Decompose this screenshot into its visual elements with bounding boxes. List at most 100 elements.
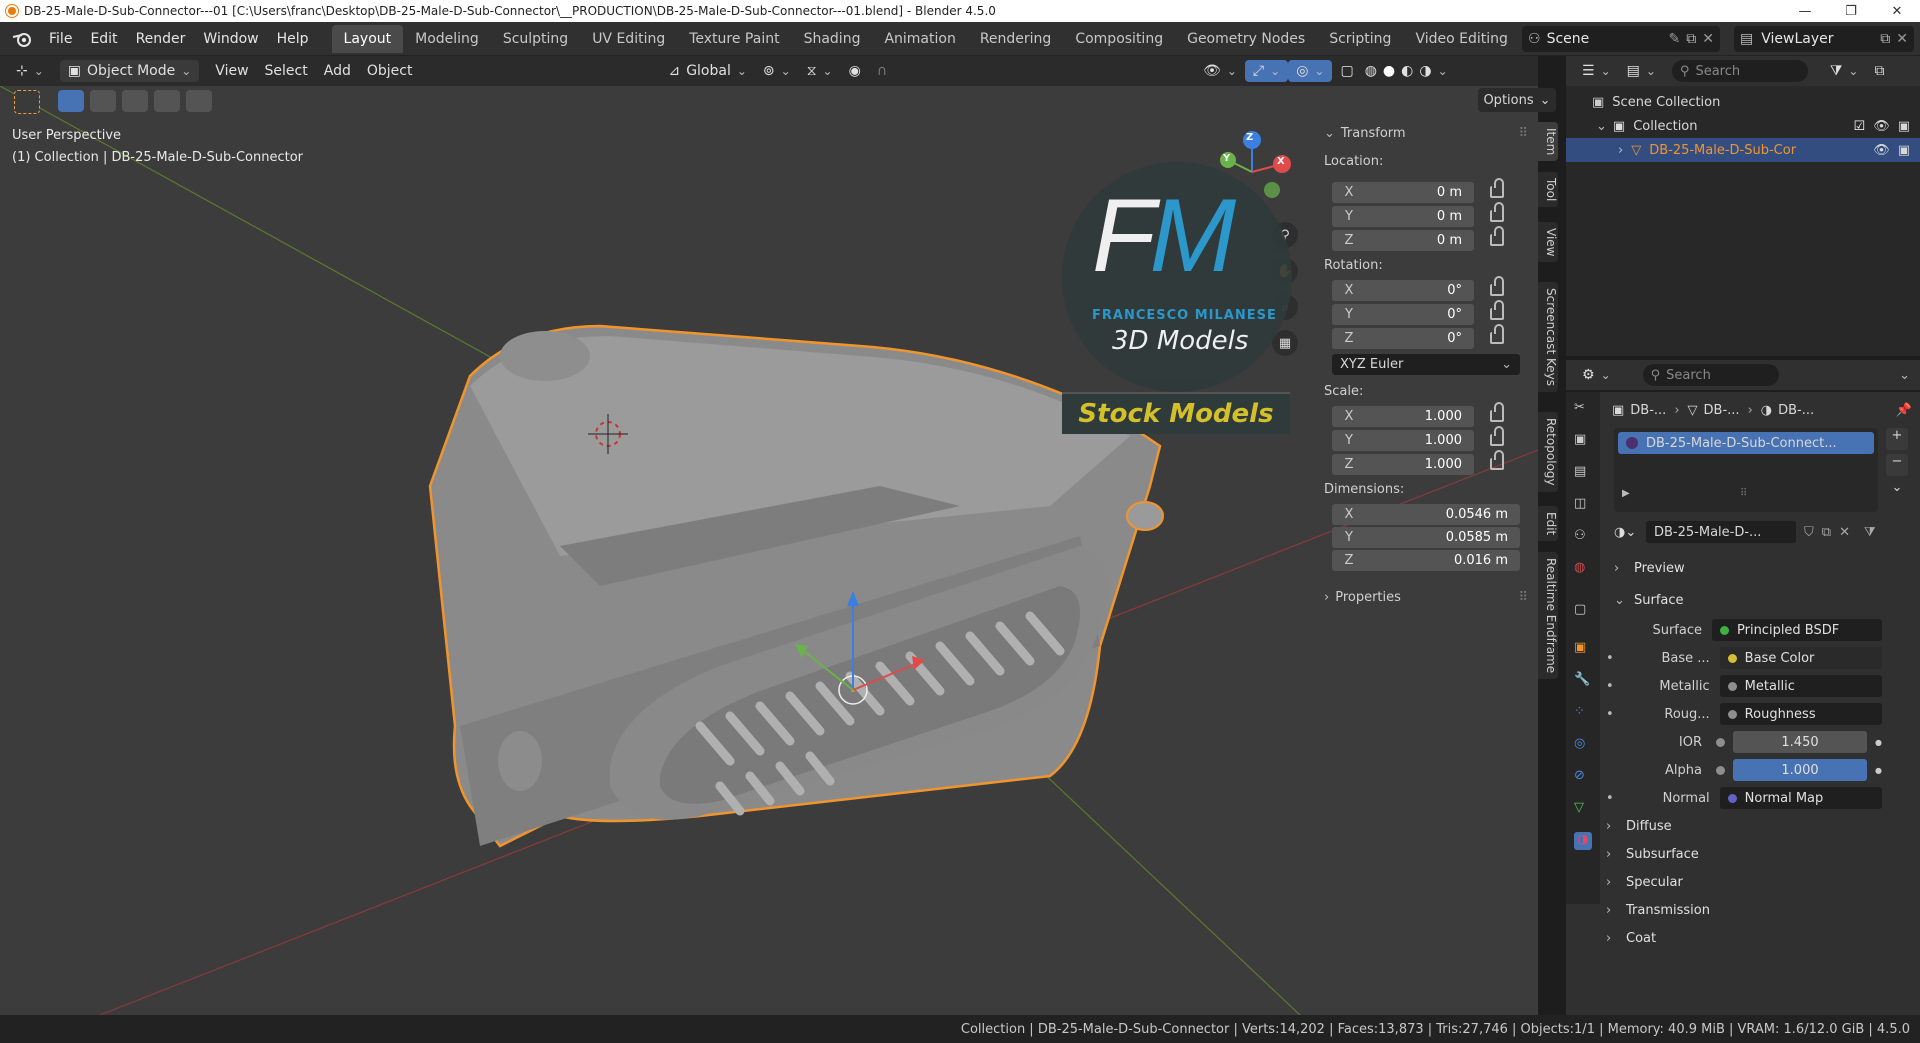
material-browse-icon[interactable]: ◑⌄ bbox=[1614, 525, 1642, 540]
expand-icon[interactable]: › bbox=[1618, 143, 1623, 158]
xray-toggle[interactable]: ▢ bbox=[1332, 60, 1361, 82]
material-name-field[interactable]: DB-25-Male-D-... bbox=[1646, 521, 1796, 543]
location-z-field[interactable]: Z 0 m bbox=[1332, 230, 1474, 251]
outliner-search-input[interactable]: ⚲ Search bbox=[1671, 60, 1808, 82]
tab-sculpting[interactable]: Sculpting bbox=[491, 25, 580, 53]
material-shading-button[interactable]: ◐ bbox=[1398, 60, 1416, 82]
rotation-y-field[interactable]: Y 0° bbox=[1332, 304, 1474, 325]
visibility-button[interactable]: 👁 bbox=[1195, 60, 1245, 82]
render-tab-icon[interactable]: ▣ bbox=[1574, 432, 1592, 450]
tab-rendering[interactable]: Rendering bbox=[968, 25, 1064, 53]
scale-z-field[interactable]: Z 1.000 bbox=[1332, 454, 1474, 475]
dimensions-x-field[interactable]: X 0.0546 m bbox=[1332, 504, 1520, 525]
menu-edit[interactable]: Edit bbox=[81, 31, 126, 47]
lock-icon[interactable] bbox=[1490, 226, 1504, 246]
properties-header[interactable]: › Properties ⠿ bbox=[1324, 586, 1528, 608]
material-slot-item[interactable]: DB-25-Male-D-Sub-Connect... bbox=[1618, 432, 1874, 454]
material-tab-icon[interactable]: ◑ bbox=[1574, 832, 1592, 850]
lock-icon[interactable] bbox=[1490, 178, 1504, 198]
3d-viewport[interactable]: User Perspective (1) Collection | DB-25-… bbox=[0, 86, 1538, 1015]
tab-retopology[interactable]: Retopology bbox=[1538, 412, 1558, 492]
scene-tab-icon[interactable]: ⚇ bbox=[1574, 528, 1592, 546]
normal-field[interactable]: Normal Map bbox=[1719, 787, 1882, 809]
remove-slot-button[interactable]: − bbox=[1886, 454, 1908, 476]
coat-section[interactable]: › Coat bbox=[1606, 926, 1902, 950]
remove-viewlayer-icon[interactable]: ✕ bbox=[1896, 31, 1908, 47]
new-collection-icon[interactable]: ⧉ bbox=[1866, 60, 1892, 82]
menu-select[interactable]: Select bbox=[257, 60, 316, 82]
minimize-button[interactable]: — bbox=[1782, 4, 1828, 19]
select-subtract-button[interactable] bbox=[122, 90, 148, 112]
physics-tab-icon[interactable]: ◎ bbox=[1574, 736, 1592, 754]
dimensions-z-field[interactable]: Z 0.016 m bbox=[1332, 550, 1520, 571]
particles-tab-icon[interactable]: ⁘ bbox=[1574, 704, 1592, 722]
base-color-field[interactable]: Base Color bbox=[1719, 647, 1882, 669]
scene-selector[interactable]: ⚇ Scene ✎ ⧉ ✕ bbox=[1522, 26, 1720, 52]
slot-specials-button[interactable]: ⌄ bbox=[1886, 480, 1908, 502]
expand-icon[interactable]: ⌄ bbox=[1596, 119, 1607, 134]
location-y-field[interactable]: Y 0 m bbox=[1332, 206, 1474, 227]
object-tab-icon[interactable]: ▣ bbox=[1574, 640, 1592, 658]
camera-icon[interactable]: ▣ bbox=[1898, 119, 1910, 134]
blender-menu-icon[interactable] bbox=[8, 31, 36, 47]
collection-tab-icon[interactable]: ▢ bbox=[1574, 602, 1592, 620]
wireframe-shading-button[interactable]: ◍ bbox=[1362, 60, 1380, 82]
unlink-icon[interactable]: ✕ bbox=[1839, 525, 1850, 540]
location-x-field[interactable]: X 0 m bbox=[1332, 182, 1474, 203]
keyframe-dot-icon[interactable]: ● bbox=[1875, 738, 1882, 747]
world-tab-icon[interactable]: ◍ bbox=[1574, 560, 1592, 578]
scale-x-field[interactable]: X 1.000 bbox=[1332, 406, 1474, 427]
outliner-editor-type-button[interactable]: ☰ bbox=[1574, 60, 1619, 82]
tab-item[interactable]: Item bbox=[1538, 122, 1558, 162]
duplicate-icon[interactable]: ⧉ bbox=[1822, 525, 1831, 540]
modifier-tab-icon[interactable]: 🔧 bbox=[1574, 672, 1592, 690]
menu-add[interactable]: Add bbox=[316, 60, 359, 82]
preview-panel-header[interactable]: › Preview bbox=[1614, 556, 1910, 580]
rotation-mode-select[interactable]: XYZ Euler ⌄ bbox=[1332, 354, 1520, 375]
gizmo-toggle[interactable]: ⤢ bbox=[1244, 60, 1289, 82]
lock-icon[interactable] bbox=[1490, 300, 1504, 320]
select-tool-icon[interactable] bbox=[14, 90, 40, 114]
tab-tool[interactable]: Tool bbox=[1538, 172, 1558, 208]
filter-icon[interactable]: ⧩ bbox=[1822, 60, 1867, 82]
lock-icon[interactable] bbox=[1490, 202, 1504, 222]
scale-y-field[interactable]: Y 1.000 bbox=[1332, 430, 1474, 451]
new-viewlayer-icon[interactable]: ⧉ bbox=[1880, 31, 1890, 47]
properties-search-input[interactable]: ⚲ Search bbox=[1642, 364, 1779, 386]
snap-button[interactable]: ⧖ bbox=[799, 60, 841, 82]
outliner-scene-collection[interactable]: ▣ Scene Collection bbox=[1566, 90, 1920, 114]
select-extend-button[interactable] bbox=[90, 90, 116, 112]
orientation-selector[interactable]: ⊿ Global bbox=[660, 60, 754, 82]
close-button[interactable]: ✕ bbox=[1874, 4, 1920, 19]
transmission-section[interactable]: › Transmission bbox=[1606, 898, 1902, 922]
add-slot-button[interactable]: + bbox=[1886, 428, 1908, 450]
dimensions-y-field[interactable]: Y 0.0585 m bbox=[1332, 527, 1520, 548]
surface-shader-field[interactable]: Principled BSDF bbox=[1712, 619, 1882, 641]
editor-type-button[interactable]: ⊹ bbox=[8, 60, 52, 82]
subsurface-section[interactable]: › Subsurface bbox=[1606, 842, 1902, 866]
menu-view[interactable]: View bbox=[207, 60, 256, 82]
outliner-object-row[interactable]: › ▽ DB-25-Male-D-Sub-Cor 👁 ▣ bbox=[1566, 138, 1920, 162]
surface-panel-header[interactable]: ⌄ Surface bbox=[1614, 588, 1910, 612]
tab-texture-paint[interactable]: Texture Paint bbox=[677, 25, 791, 53]
tab-screencast-keys[interactable]: Screencast Keys bbox=[1538, 282, 1558, 392]
pivot-point-button[interactable]: ⊚ bbox=[755, 60, 799, 82]
select-new-button[interactable] bbox=[58, 90, 84, 112]
falloff-button[interactable]: ∩ bbox=[869, 60, 895, 82]
tab-uv-editing[interactable]: UV Editing bbox=[580, 25, 677, 53]
eye-icon[interactable]: 👁 bbox=[1873, 119, 1890, 134]
rotation-z-field[interactable]: Z 0° bbox=[1332, 328, 1474, 349]
chevron-down-icon[interactable]: ⌄ bbox=[1899, 368, 1910, 383]
list-resize-handle[interactable]: ⠿ bbox=[1740, 488, 1747, 499]
tab-realtime-endframe[interactable]: Realtime Endframe bbox=[1538, 552, 1558, 680]
tool-tab-icon[interactable]: ✂ bbox=[1574, 400, 1592, 418]
proportional-edit-button[interactable]: ◉ bbox=[841, 60, 869, 82]
pin-icon[interactable]: 📌 bbox=[1896, 403, 1912, 418]
tab-view[interactable]: View bbox=[1538, 222, 1558, 263]
tab-animation[interactable]: Animation bbox=[872, 25, 967, 53]
remove-scene-icon[interactable]: ✕ bbox=[1702, 31, 1714, 47]
camera-icon[interactable]: ▣ bbox=[1898, 143, 1910, 158]
outliner-collection[interactable]: ⌄ ▣ Collection ☑ 👁 ▣ bbox=[1566, 114, 1920, 138]
new-scene-icon[interactable]: ⧉ bbox=[1686, 31, 1696, 47]
mode-selector[interactable]: ▣ Object Mode bbox=[59, 60, 200, 82]
